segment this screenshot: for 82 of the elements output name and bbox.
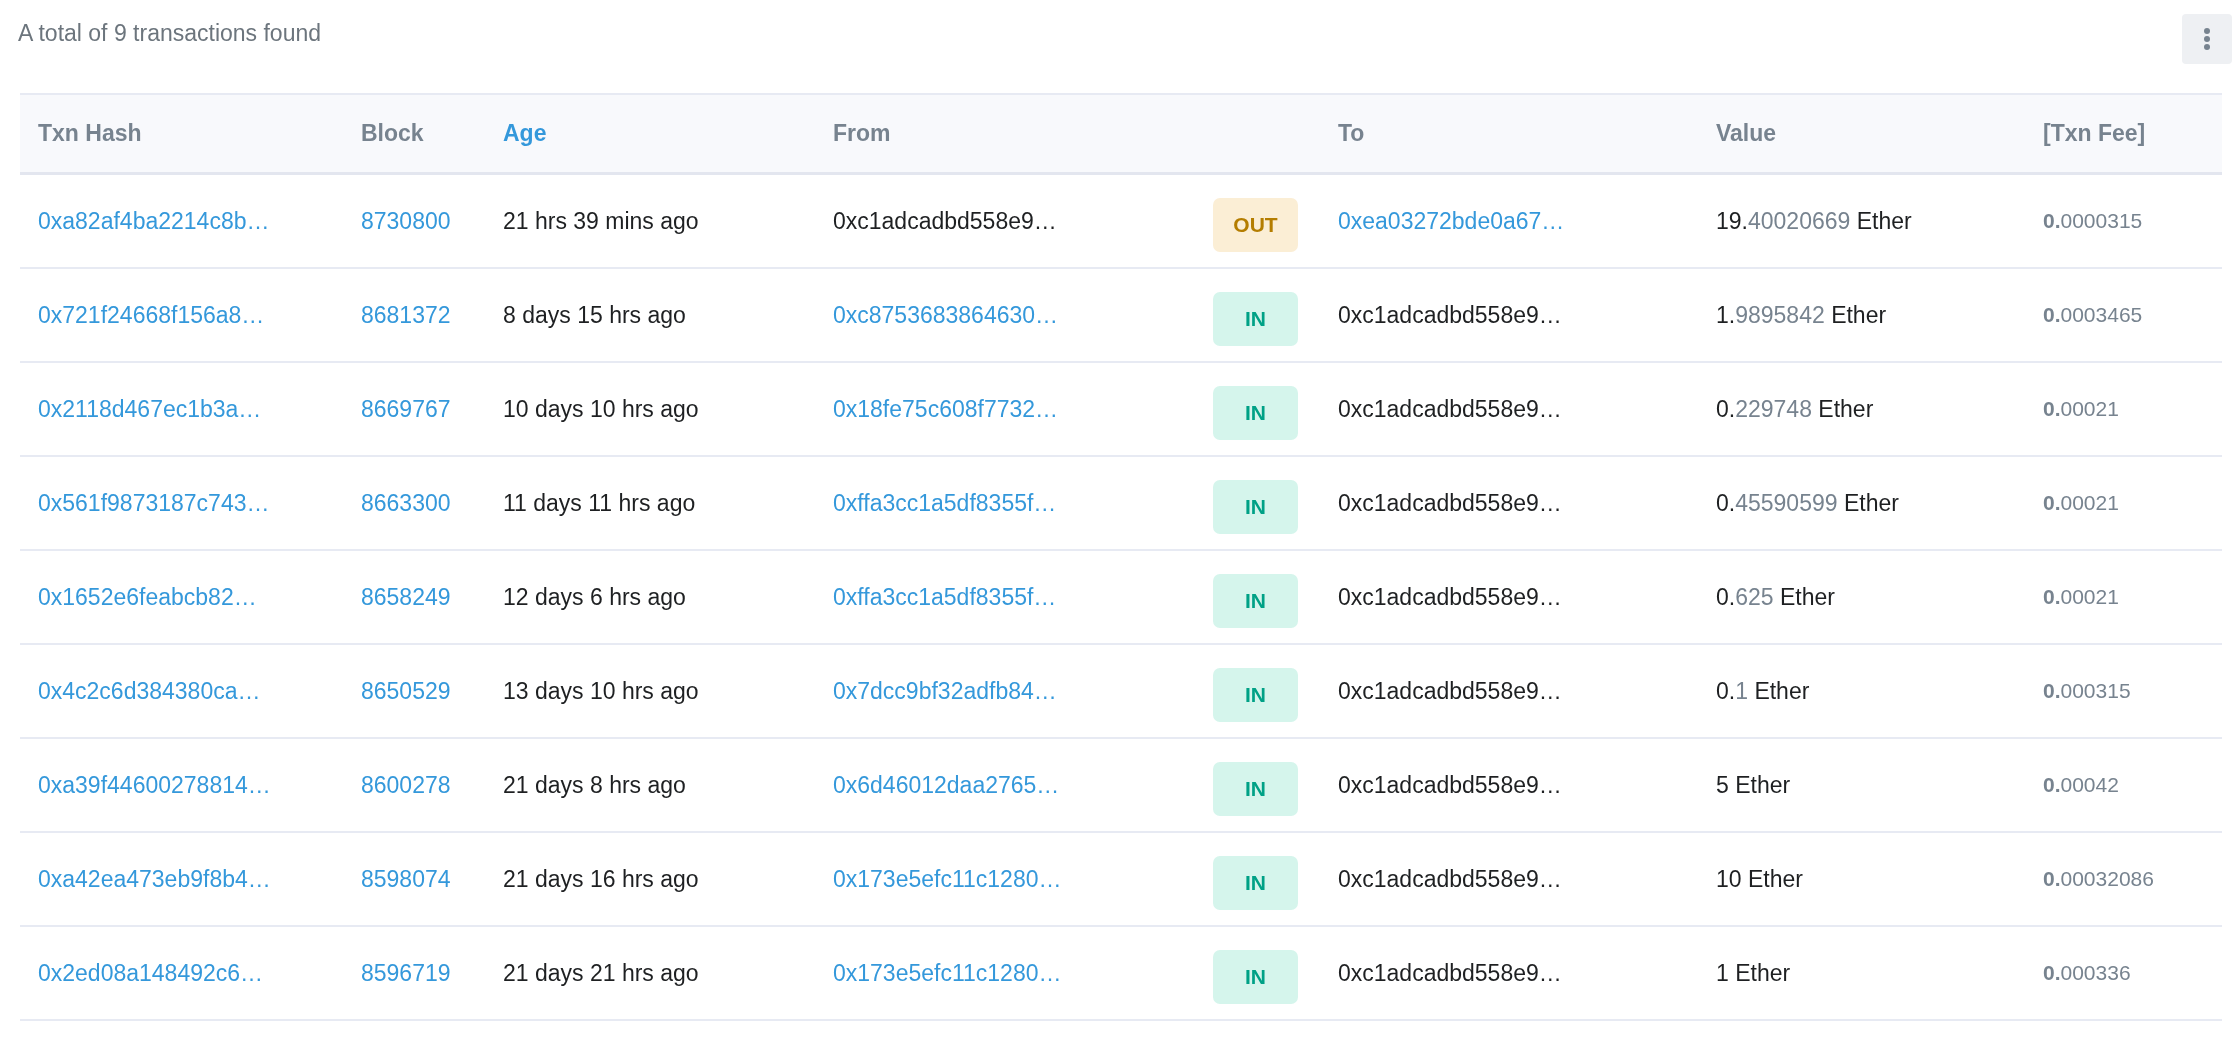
direction-badge: OUT: [1213, 198, 1298, 252]
column-header: From: [833, 120, 891, 146]
value-text: 19.40020669 Ether: [1716, 207, 1912, 234]
transaction-hash-link[interactable]: 0x721f24668f156a8…: [38, 301, 265, 328]
age-text: 11 days 11 hrs ago: [503, 489, 696, 516]
vertical-dots-icon: [2203, 27, 2211, 51]
address-text: 0xc1adcadbd558e9…: [833, 207, 1057, 234]
transaction-hash-link[interactable]: 0xa39f44600278814…: [38, 771, 271, 798]
block-link[interactable]: 8598074: [361, 865, 451, 892]
age-text: 21 days 8 hrs ago: [503, 771, 686, 798]
direction-badge: IN: [1213, 292, 1298, 346]
address-text: 0xc1adcadbd558e9…: [1338, 489, 1562, 516]
fee-text: 0.0003465: [2043, 303, 2143, 326]
value-text: 1.9895842 Ether: [1716, 301, 1887, 328]
address-text: 0xc1adcadbd558e9…: [1338, 395, 1562, 422]
transaction-hash-link[interactable]: 0x561f9873187c743…: [38, 489, 270, 516]
column-header: To: [1338, 120, 1365, 146]
column-header[interactable]: Age: [503, 120, 547, 146]
block-link[interactable]: 8669767: [361, 395, 451, 422]
direction-badge: IN: [1213, 762, 1298, 816]
address-text: 0xc1adcadbd558e9…: [1338, 583, 1562, 610]
value-text: 0.229748 Ether: [1716, 395, 1874, 422]
fee-text: 0.000315: [2043, 679, 2131, 702]
age-text: 10 days 10 hrs ago: [503, 395, 699, 422]
direction-badge: IN: [1213, 480, 1298, 534]
address-text: 0xc1adcadbd558e9…: [1338, 959, 1562, 986]
fee-text: 0.00021: [2043, 397, 2119, 420]
column-header: Txn Hash: [38, 120, 142, 146]
address-link[interactable]: 0xc8753683864630…: [833, 301, 1059, 328]
value-text: 5 Ether: [1716, 771, 1791, 798]
value-text: 0.625 Ether: [1716, 583, 1835, 610]
transaction-hash-link[interactable]: 0x1652e6feabcb82…: [38, 583, 257, 610]
value-text: 0.45590599 Ether: [1716, 489, 1899, 516]
column-header: Block: [361, 120, 424, 146]
block-link[interactable]: 8658249: [361, 583, 451, 610]
fee-text: 0.00032086: [2043, 867, 2154, 890]
block-link[interactable]: 8650529: [361, 677, 451, 704]
direction-badge: IN: [1213, 950, 1298, 1004]
direction-badge: IN: [1213, 574, 1298, 628]
age-text: 21 days 21 hrs ago: [503, 959, 699, 986]
address-link[interactable]: 0x173e5efc11c1280…: [833, 865, 1062, 892]
value-text: 10 Ether: [1716, 865, 1803, 892]
transaction-hash-link[interactable]: 0xa42ea473eb9f8b4…: [38, 865, 271, 892]
address-text: 0xc1adcadbd558e9…: [1338, 677, 1562, 704]
fee-text: 0.000336: [2043, 961, 2131, 984]
address-link[interactable]: 0xea03272bde0a67…: [1338, 207, 1565, 234]
more-options-button[interactable]: [2182, 14, 2232, 64]
direction-badge: IN: [1213, 856, 1298, 910]
direction-badge: IN: [1213, 668, 1298, 722]
address-link[interactable]: 0x6d46012daa2765…: [833, 771, 1060, 798]
age-text: 8 days 15 hrs ago: [503, 301, 686, 328]
block-link[interactable]: 8600278: [361, 771, 451, 798]
transaction-hash-link[interactable]: 0x2ed08a148492c6…: [38, 959, 264, 986]
block-link[interactable]: 8663300: [361, 489, 451, 516]
value-text: 0.1 Ether: [1716, 677, 1810, 704]
direction-badge: IN: [1213, 386, 1298, 440]
fee-text: 0.00042: [2043, 773, 2119, 796]
fee-text: 0.00021: [2043, 585, 2119, 608]
address-text: 0xc1adcadbd558e9…: [1338, 771, 1562, 798]
column-header: Value: [1716, 120, 1777, 146]
address-link[interactable]: 0xffa3cc1a5df8355f…: [833, 583, 1057, 610]
transactions-count-text: A total of 9 transactions found: [18, 20, 322, 47]
transaction-hash-link[interactable]: 0x4c2c6d384380ca…: [38, 677, 261, 704]
age-text: 21 hrs 39 mins ago: [503, 207, 699, 234]
column-header: [Txn Fee]: [2043, 120, 2146, 146]
fee-text: 0.0000315: [2043, 209, 2143, 232]
address-link[interactable]: 0xffa3cc1a5df8355f…: [833, 489, 1057, 516]
transaction-hash-link[interactable]: 0x2118d467ec1b3a…: [38, 395, 262, 422]
address-text: 0xc1adcadbd558e9…: [1338, 301, 1562, 328]
age-text: 13 days 10 hrs ago: [503, 677, 699, 704]
address-text: 0xc1adcadbd558e9…: [1338, 865, 1562, 892]
fee-text: 0.00021: [2043, 491, 2119, 514]
address-link[interactable]: 0x18fe75c608f7732…: [833, 395, 1059, 422]
block-link[interactable]: 8596719: [361, 959, 451, 986]
age-text: 21 days 16 hrs ago: [503, 865, 699, 892]
block-link[interactable]: 8681372: [361, 301, 451, 328]
transaction-hash-link[interactable]: 0xa82af4ba2214c8b…: [38, 207, 270, 234]
address-link[interactable]: 0x7dcc9bf32adfb84…: [833, 677, 1057, 704]
block-link[interactable]: 8730800: [361, 207, 451, 234]
value-text: 1 Ether: [1716, 959, 1791, 986]
address-link[interactable]: 0x173e5efc11c1280…: [833, 959, 1062, 986]
age-text: 12 days 6 hrs ago: [503, 583, 686, 610]
